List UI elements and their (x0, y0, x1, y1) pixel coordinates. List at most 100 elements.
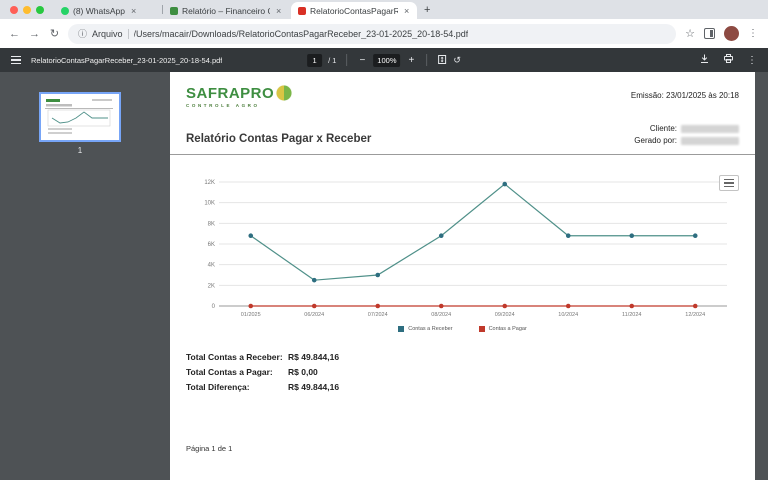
back-icon[interactable]: ← (8, 28, 21, 40)
svg-text:4K: 4K (207, 263, 214, 269)
legend-item: Contas a Receber (398, 326, 452, 332)
pdf-toolbar-right: ⋮ (699, 51, 757, 69)
toolbar-divider (346, 54, 347, 66)
svg-text:12K: 12K (204, 180, 215, 186)
pdf-page: SAFRAPRO CONTROLE AGRO Emissão: 23/01/20… (170, 72, 755, 480)
pdf-favicon (298, 7, 306, 15)
svg-text:09/2024: 09/2024 (494, 312, 514, 318)
browser-address-bar: ← → ↻ ⓘ Arquivo /Users/macair/Downloads/… (0, 19, 768, 48)
tab-pdf-active[interactable]: RelatorioContasPagarReceber × (291, 2, 417, 19)
logo-title: SAFRAPRO (186, 85, 274, 102)
total-label: Total Diferença: (186, 382, 288, 392)
tab-close-icon[interactable]: × (131, 6, 136, 16)
report-title: Relatório Contas Pagar x Receber (186, 133, 371, 145)
pdf-toolbar: RelatorioContasPagarReceber_23-01-2025_2… (0, 48, 768, 72)
pdf-filename: RelatorioContasPagarReceber_23-01-2025_2… (31, 56, 222, 65)
zoom-level-input[interactable]: 100% (373, 54, 400, 67)
svg-text:12/2024: 12/2024 (685, 312, 705, 318)
svg-text:10K: 10K (204, 201, 215, 207)
whatsapp-favicon (61, 7, 69, 15)
client-label: Cliente: (650, 124, 677, 133)
tab-whatsapp[interactable]: (8) WhatsApp × (54, 3, 162, 19)
url-divider (128, 29, 129, 39)
legend-item: Contas a Pagar (479, 326, 527, 332)
safrapro-favicon (170, 7, 178, 15)
chart-container: 02K4K6K8K10K12K01/202506/202407/202408/2… (186, 172, 739, 332)
macos-window-controls (0, 6, 54, 14)
svg-text:06/2024: 06/2024 (304, 312, 324, 318)
report-header: SAFRAPRO CONTROLE AGRO Emissão: 23/01/20… (186, 84, 739, 108)
bookmark-star-icon[interactable]: ☆ (685, 27, 695, 40)
download-icon[interactable] (699, 51, 710, 69)
new-tab-button[interactable]: + (417, 4, 437, 16)
client-value-redacted (681, 125, 739, 133)
pdf-menu-icon[interactable] (11, 55, 21, 65)
pdf-more-icon[interactable]: ⋮ (747, 55, 757, 66)
header-divider (170, 154, 755, 155)
svg-text:07/2024: 07/2024 (367, 312, 387, 318)
tab-close-icon[interactable]: × (276, 6, 281, 16)
svg-text:10/2024: 10/2024 (558, 312, 578, 318)
emission-timestamp: Emissão: 23/01/2025 às 20:18 (631, 84, 739, 100)
safrapro-logo-icon (275, 84, 293, 102)
legend-label: Contas a Pagar (489, 326, 527, 332)
page-count-label: / 1 (328, 56, 336, 65)
logo-subtitle: CONTROLE AGRO (186, 103, 293, 108)
browser-tab-strip: (8) WhatsApp × Relatório – Financeiro Co… (0, 0, 768, 19)
svg-text:11/2024: 11/2024 (622, 312, 641, 318)
tab-close-icon[interactable]: × (404, 6, 409, 16)
zoom-out-icon[interactable]: − (357, 55, 367, 66)
url-scheme-label: Arquivo (92, 29, 123, 39)
zoom-in-icon[interactable]: + (406, 55, 416, 66)
line-chart: 02K4K6K8K10K12K01/202506/202407/202408/2… (189, 172, 737, 322)
forward-icon[interactable]: → (28, 28, 41, 40)
address-bar-actions: ☆ ⋮ (683, 26, 760, 41)
chart-legend: Contas a Receber Contas a Pagar (186, 326, 739, 332)
page-number-input[interactable]: 1 (307, 54, 322, 67)
chart-menu-button[interactable] (719, 175, 739, 191)
total-label: Total Contas a Receber: (186, 352, 288, 362)
url-bar[interactable]: ⓘ Arquivo /Users/macair/Downloads/Relato… (68, 24, 676, 44)
fullscreen-window-button[interactable] (36, 6, 44, 14)
generated-by-value-redacted (681, 137, 739, 145)
profile-avatar[interactable] (724, 26, 739, 41)
svg-text:0: 0 (211, 304, 215, 310)
tab-relatorio-financeiro[interactable]: Relatório – Financeiro Contas × (163, 3, 291, 19)
totals-block: Total Contas a Receber: R$ 49.844,16 Tot… (186, 352, 486, 392)
tab-label: (8) WhatsApp (73, 6, 125, 16)
page-thumbnail[interactable] (41, 94, 119, 140)
title-row: Relatório Contas Pagar x Receber Cliente… (186, 121, 739, 145)
print-icon[interactable] (723, 51, 734, 69)
thumbnail-preview (44, 97, 114, 137)
reload-icon[interactable]: ↻ (48, 27, 61, 40)
client-block: Cliente: Gerado por: (634, 121, 739, 145)
thumbnail-page-number: 1 (78, 146, 82, 155)
svg-text:2K: 2K (207, 283, 214, 289)
toolbar-divider (426, 54, 427, 66)
total-label: Total Contas a Pagar: (186, 367, 288, 377)
svg-text:6K: 6K (207, 242, 214, 248)
page-area: SAFRAPRO CONTROLE AGRO Emissão: 23/01/20… (160, 72, 768, 480)
legend-label: Contas a Receber (408, 326, 452, 332)
tab-label: RelatorioContasPagarReceber (310, 6, 398, 16)
url-text: /Users/macair/Downloads/RelatorioContasP… (134, 29, 469, 39)
pdf-viewer-area: 1 SAFRAPRO CONTROLE AGRO Emissão: 23/01 (0, 72, 768, 480)
legend-swatch (398, 326, 404, 332)
page-footer: Página 1 de 1 (186, 444, 739, 453)
svg-text:01/2025: 01/2025 (240, 312, 260, 318)
svg-text:08/2024: 08/2024 (431, 312, 451, 318)
pdf-toolbar-center: 1 / 1 − 100% + ↺ (307, 48, 461, 72)
total-value: R$ 49.844,16 (288, 352, 486, 362)
thumbnail-panel: 1 (0, 72, 160, 480)
close-window-button[interactable] (10, 6, 18, 14)
rotate-icon[interactable]: ↺ (453, 55, 461, 66)
logo-block: SAFRAPRO CONTROLE AGRO (186, 84, 293, 108)
fit-page-icon[interactable] (437, 54, 447, 67)
legend-swatch (479, 326, 485, 332)
minimize-window-button[interactable] (23, 6, 31, 14)
total-value: R$ 0,00 (288, 367, 486, 377)
browser-menu-icon[interactable]: ⋮ (748, 28, 758, 39)
side-panel-icon[interactable] (704, 28, 715, 39)
info-icon[interactable]: ⓘ (78, 27, 87, 40)
generated-by-label: Gerado por: (634, 136, 677, 145)
